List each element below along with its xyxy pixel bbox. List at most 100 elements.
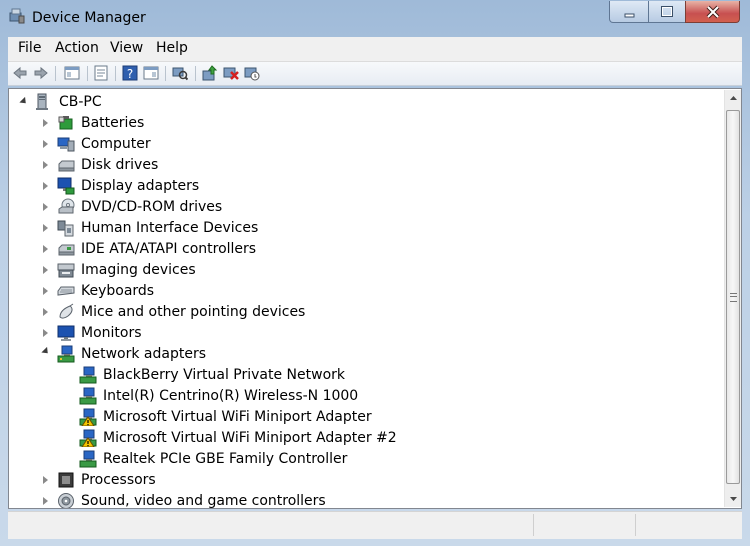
toolbar-separator (195, 66, 196, 81)
tree-root-label: CB-PC (59, 94, 102, 110)
menu-view[interactable]: View (110, 40, 143, 56)
properties-icon[interactable] (93, 65, 109, 81)
status-panel (533, 514, 634, 536)
battery-icon (58, 116, 73, 130)
update-driver-icon[interactable] (202, 65, 218, 81)
tree-item-processors[interactable]: Processors (9, 470, 709, 490)
maximize-button[interactable] (648, 1, 686, 23)
tree-item-display-adapters[interactable]: Display adapters (9, 176, 709, 196)
vertical-scrollbar[interactable] (724, 90, 742, 507)
device-manager-window: Device Manager File Action View Help ? C… (0, 0, 750, 546)
tree-item-human-interface-devices[interactable]: Human Interface Devices (9, 218, 709, 238)
network-card-icon (79, 450, 97, 468)
toolbar-separator (115, 66, 116, 81)
pc-icon (36, 93, 48, 110)
title-bar[interactable]: Device Manager (0, 0, 750, 36)
tree-item-label: Human Interface Devices (81, 220, 259, 236)
menu-help[interactable]: Help (156, 40, 188, 56)
tree-item-monitors[interactable]: Monitors (9, 323, 709, 343)
device-item[interactable]: Microsoft Virtual WiFi Miniport Adapter … (9, 428, 709, 448)
tree-item-computer[interactable]: Computer (9, 134, 709, 154)
expand-arrow-icon[interactable] (43, 245, 48, 253)
device-item[interactable]: Realtek PCIe GBE Family Controller (9, 449, 709, 469)
tree-item-label: Disk drives (81, 157, 159, 173)
maximize-icon (661, 5, 673, 17)
expand-arrow-icon[interactable] (43, 329, 48, 337)
menu-file[interactable]: File (18, 40, 41, 56)
network-card-icon (79, 387, 97, 405)
expand-arrow-icon[interactable] (43, 266, 48, 274)
tree-item-label: Mice and other pointing devices (81, 304, 306, 320)
tree-item-dvd-drives[interactable]: DVD/CD-ROM drives (9, 197, 709, 217)
device-label: BlackBerry Virtual Private Network (103, 367, 346, 383)
uninstall-icon[interactable] (223, 65, 239, 81)
computer-icon (57, 137, 75, 152)
device-manager-icon (9, 8, 25, 24)
device-tree[interactable]: CB-PC Batteries Computer Disk drives Dis… (8, 88, 742, 509)
hid-icon (57, 220, 74, 237)
scroll-up-arrow-icon[interactable] (725, 90, 742, 107)
tree-item-label: Computer (81, 136, 151, 152)
expand-arrow-icon[interactable] (43, 119, 48, 127)
expand-arrow-icon[interactable] (43, 497, 48, 505)
forward-icon[interactable] (33, 65, 49, 81)
minimize-button[interactable] (609, 1, 649, 23)
toolbar-separator (55, 66, 56, 81)
expand-arrow-icon[interactable] (43, 476, 48, 484)
tree-item-network-adapters[interactable]: Network adapters (9, 344, 709, 364)
network-card-warning-icon (79, 408, 97, 426)
tree-item-label: IDE ATA/ATAPI controllers (81, 241, 257, 257)
disable-icon[interactable] (244, 65, 260, 81)
window-title: Device Manager (32, 10, 146, 26)
minimize-icon (624, 13, 635, 17)
expand-arrow-icon[interactable] (43, 203, 48, 211)
device-item[interactable]: Microsoft Virtual WiFi Miniport Adapter (9, 407, 709, 427)
tree-item-label: Keyboards (81, 283, 155, 299)
expand-arrow-icon[interactable] (43, 287, 48, 295)
scrollbar-grip-icon (730, 293, 737, 302)
ide-controller-icon (58, 244, 75, 256)
device-label: Microsoft Virtual WiFi Miniport Adapter … (103, 430, 397, 446)
device-item[interactable]: Intel(R) Centrino(R) Wireless-N 1000 (9, 386, 709, 406)
network-card-warning-icon (79, 429, 97, 447)
mouse-icon (59, 303, 74, 319)
disk-drive-icon (58, 160, 75, 172)
menu-bar: File Action View Help (8, 37, 742, 62)
tree-item-keyboards[interactable]: Keyboards (9, 281, 709, 301)
collapse-arrow-icon[interactable] (19, 96, 29, 107)
device-item[interactable]: BlackBerry Virtual Private Network (9, 365, 709, 385)
tree-item-batteries[interactable]: Batteries (9, 113, 709, 133)
tree-item-mice[interactable]: Mice and other pointing devices (9, 302, 709, 322)
back-icon[interactable] (12, 65, 28, 81)
tree-item-ide-controllers[interactable]: IDE ATA/ATAPI controllers (9, 239, 709, 259)
tree-root[interactable]: CB-PC (9, 92, 709, 112)
menu-action[interactable]: Action (55, 40, 99, 56)
expand-arrow-icon[interactable] (43, 182, 48, 190)
network-card-icon (79, 366, 97, 384)
scroll-down-arrow-icon[interactable] (725, 490, 742, 507)
scan-hardware-icon[interactable] (172, 65, 188, 81)
device-label: Microsoft Virtual WiFi Miniport Adapter (103, 409, 372, 425)
close-icon (706, 5, 719, 18)
expand-arrow-icon[interactable] (43, 224, 48, 232)
help-icon[interactable]: ? (122, 65, 138, 81)
tree-item-label: Batteries (81, 115, 145, 131)
tree-item-imaging-devices[interactable]: Imaging devices (9, 260, 709, 280)
expand-arrow-icon[interactable] (43, 161, 48, 169)
device-label: Intel(R) Centrino(R) Wireless-N 1000 (103, 388, 359, 404)
tree-item-label: Network adapters (81, 346, 206, 362)
close-button[interactable] (685, 1, 740, 23)
tree-item-label: Sound, video and game controllers (81, 493, 326, 509)
svg-text:?: ? (127, 67, 133, 81)
collapse-arrow-icon[interactable] (41, 346, 51, 357)
processor-icon (58, 472, 74, 488)
show-hide-tree-icon[interactable] (64, 65, 80, 81)
sound-icon (58, 493, 74, 508)
expand-arrow-icon[interactable] (43, 308, 48, 316)
tree-item-sound[interactable]: Sound, video and game controllers (9, 491, 709, 509)
action-view-icon[interactable] (143, 65, 159, 81)
tree-item-disk-drives[interactable]: Disk drives (9, 155, 709, 175)
expand-arrow-icon[interactable] (43, 140, 48, 148)
tree-item-label: Imaging devices (81, 262, 196, 278)
scrollbar-thumb[interactable] (726, 110, 740, 484)
